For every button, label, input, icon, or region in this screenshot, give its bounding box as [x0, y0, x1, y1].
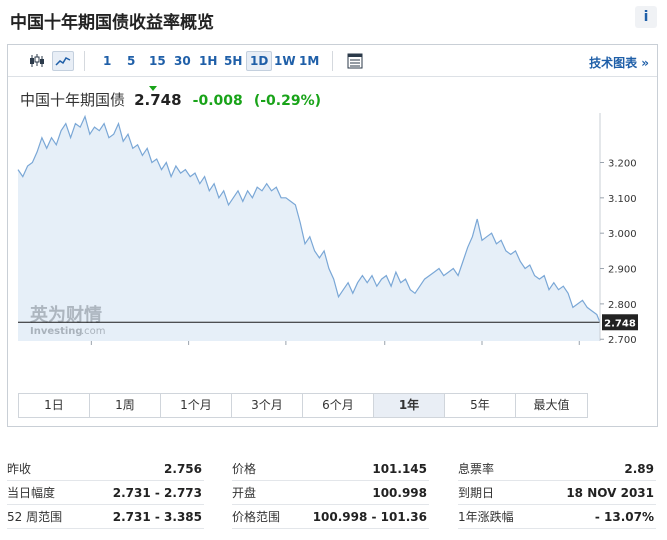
down-arrow-icon [149, 86, 157, 91]
range-1-button[interactable]: 1 [100, 51, 114, 71]
watermark-suffix: .com [81, 326, 106, 337]
series-area [18, 116, 600, 341]
area-chart-icon[interactable] [52, 51, 74, 71]
last-price-label: 2.748 [604, 318, 636, 329]
stat-label: 52 周范围 [7, 510, 63, 524]
stat-label: 到期日 [458, 486, 495, 500]
technical-chart-link[interactable]: 技术图表 » [589, 54, 649, 71]
period-1m-tab[interactable]: 1个月 [161, 394, 232, 417]
toolbar-divider [84, 51, 85, 71]
stat-label: 昨收 [7, 462, 32, 476]
range-30-button[interactable]: 30 [171, 51, 194, 71]
stat-value: - 13.07% [594, 510, 654, 524]
stat-row: 当日幅度 2.731 - 2.773 [7, 481, 204, 505]
stat-label: 1年涨跌幅 [458, 510, 514, 524]
stat-row: 价格范围 100.998 - 101.36 [232, 505, 429, 529]
last-price: 2.748 [134, 91, 182, 109]
page-title: 中国十年期国债收益率概览 [10, 13, 214, 33]
y-tick-label: 2.800 [608, 300, 637, 311]
chart-panel: 1 5 15 30 1H 5H 1D 1W 1M 技术图表 » 中国十年期国债 … [7, 44, 658, 427]
stat-value: 2.756 [164, 462, 202, 476]
toolbar-divider [332, 51, 333, 71]
stat-value: 101.145 [372, 462, 427, 476]
range-1h-button[interactable]: 1H [196, 51, 220, 71]
stat-row: 息票率 2.89 [458, 457, 656, 481]
quote-header: 中国十年期国债 2.748 -0.008 (-0.29%) [20, 86, 322, 111]
candlestick-icon[interactable] [26, 51, 48, 71]
stat-row: 52 周范围 2.731 - 3.385 [7, 505, 204, 529]
y-tick-label: 3.000 [608, 229, 637, 240]
period-max-tab[interactable]: 最大值 [516, 394, 587, 417]
range-1d-button[interactable]: 1D [246, 51, 273, 71]
stat-label: 开盘 [232, 486, 257, 500]
period-6m-tab[interactable]: 6个月 [303, 394, 374, 417]
period-1d-tab[interactable]: 1日 [19, 394, 90, 417]
table-view-icon[interactable] [344, 51, 366, 71]
period-1y-tab[interactable]: 1年 [374, 394, 445, 417]
stat-value: 2.731 - 3.385 [112, 510, 202, 524]
period-selector: 1日 1周 1个月 3个月 6个月 1年 5年 最大值 [18, 393, 588, 418]
stat-label: 价格范围 [232, 510, 281, 524]
info-icon[interactable]: i [635, 6, 657, 28]
investing-watermark: 英为财情 Investing .com [29, 304, 106, 337]
stats-column-1: 昨收 2.756 当日幅度 2.731 - 2.773 52 周范围 2.731… [7, 457, 204, 529]
range-5-button[interactable]: 5 [124, 51, 138, 71]
range-15-button[interactable]: 15 [146, 51, 169, 71]
stats-column-3: 息票率 2.89 到期日 18 NOV 2031 1年涨跌幅 - 13.07% [458, 457, 656, 529]
chart-toolbar: 1 5 15 30 1H 5H 1D 1W 1M 技术图表 » [8, 45, 657, 77]
stat-value: 100.998 - 101.36 [312, 510, 427, 524]
watermark-en: Investing [30, 326, 83, 337]
y-tick-label: 2.900 [608, 265, 637, 276]
stat-row: 价格 101.145 [232, 457, 429, 481]
stat-row: 开盘 100.998 [232, 481, 429, 505]
stat-value: 2.731 - 2.773 [112, 486, 202, 500]
stat-row: 1年涨跌幅 - 13.07% [458, 505, 656, 529]
price-change: -0.008 [192, 93, 243, 109]
range-5h-button[interactable]: 5H [221, 51, 245, 71]
price-change-percent: (-0.29%) [253, 93, 322, 109]
period-3m-tab[interactable]: 3个月 [232, 394, 303, 417]
stats-column-2: 价格 101.145 开盘 100.998 价格范围 100.998 - 101… [232, 457, 429, 529]
yield-chart[interactable]: 英为财情 Investing .com 2.748 3.200 3.100 3.00… [8, 111, 657, 347]
stat-value: 100.998 [372, 486, 427, 500]
period-5y-tab[interactable]: 5年 [445, 394, 516, 417]
stat-label: 当日幅度 [7, 486, 56, 500]
y-tick-label: 3.100 [608, 194, 637, 205]
stat-row: 昨收 2.756 [7, 457, 204, 481]
range-1m-button[interactable]: 1M [296, 51, 322, 71]
stat-row: 到期日 18 NOV 2031 [458, 481, 656, 505]
stat-value: 2.89 [624, 462, 654, 476]
stat-value: 18 NOV 2031 [566, 486, 654, 500]
y-tick-label: 3.200 [608, 158, 637, 169]
y-tick-label: 2.700 [608, 335, 637, 346]
period-1w-tab[interactable]: 1周 [90, 394, 161, 417]
stat-label: 息票率 [458, 462, 495, 476]
instrument-name: 中国十年期国债 [20, 91, 126, 109]
range-1w-button[interactable]: 1W [271, 51, 299, 71]
stat-label: 价格 [232, 462, 257, 476]
